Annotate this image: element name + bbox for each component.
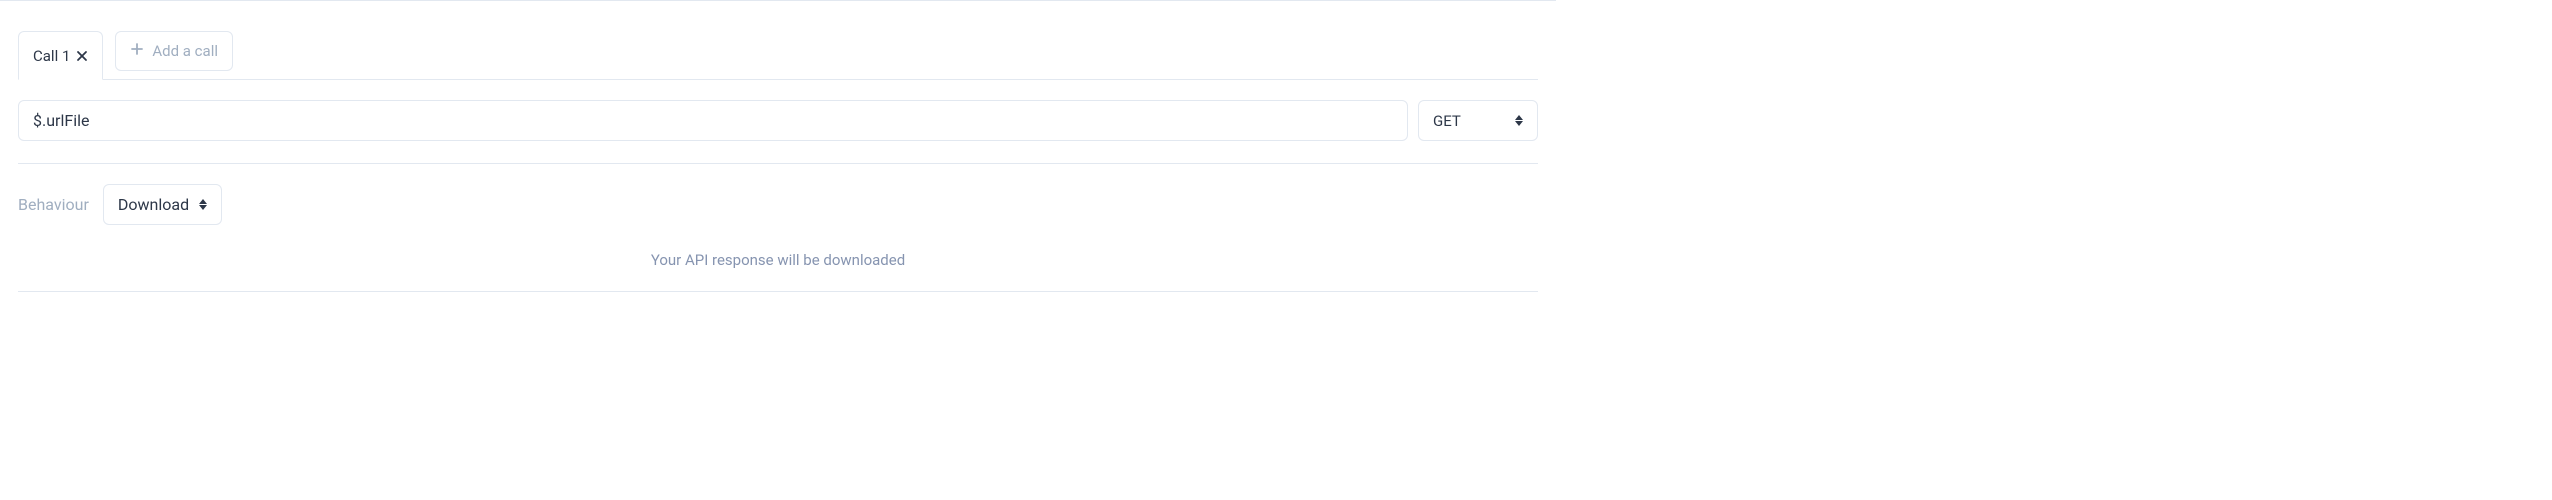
info-message: Your API response will be downloaded [18,251,1538,292]
http-method-select[interactable]: GET [1418,100,1538,141]
behaviour-label: Behaviour [18,195,89,214]
tab-call-1[interactable]: Call 1 [18,31,103,80]
sort-icon [199,199,207,210]
plus-icon [130,42,144,60]
sort-icon [1515,115,1523,126]
behaviour-row: Behaviour Download [18,184,1538,225]
tab-label: Call 1 [33,47,70,65]
api-call-config-panel: Call 1 Add a call GET [0,0,1556,312]
close-icon[interactable] [76,50,88,62]
url-row: GET [18,100,1538,164]
add-call-button[interactable]: Add a call [115,31,233,71]
behaviour-selected-label: Download [118,195,189,214]
add-call-label: Add a call [152,42,218,60]
method-selected-label: GET [1433,112,1461,130]
tabs-row: Call 1 Add a call [18,11,1538,80]
behaviour-select[interactable]: Download [103,184,222,225]
url-input[interactable] [18,100,1408,141]
